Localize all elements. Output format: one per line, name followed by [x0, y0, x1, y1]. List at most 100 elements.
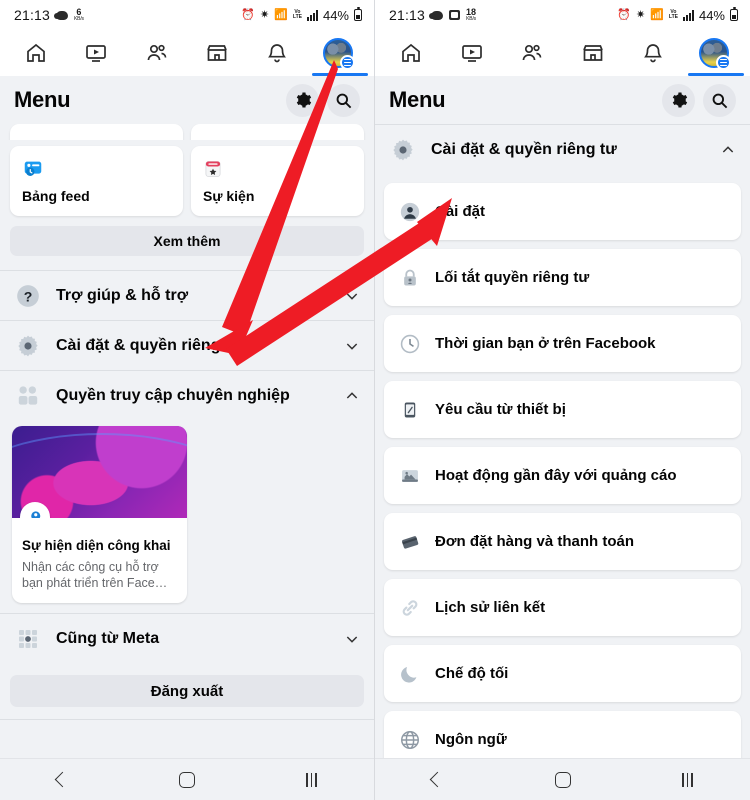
- card-icon: [398, 530, 422, 554]
- tile-label: Bảng feed: [22, 188, 90, 204]
- left-phone-screen: 21:13 6 KB/s ⏰ ✷ 📶 Vo LTE 44% Menu Bảng …: [0, 0, 375, 800]
- status-bar-right-group: ⏰ ✷ 📶 Vo LTE 44%: [241, 7, 362, 23]
- nav-back-button[interactable]: [32, 765, 92, 795]
- settings-list: Cài đặt Lối tắt quyền riêng tư Thời gian…: [375, 174, 750, 758]
- question-icon: ?: [14, 282, 42, 310]
- back-icon: [429, 771, 446, 788]
- menu-header-left: Menu: [0, 76, 374, 124]
- pro-presence-card[interactable]: Sự hiện diện công khai Nhận các công cụ …: [12, 426, 187, 604]
- logout-button[interactable]: Đăng xuất: [10, 675, 364, 708]
- tab-video[interactable]: [449, 36, 495, 70]
- tab-home[interactable]: [388, 36, 434, 70]
- account-icon: [398, 200, 422, 224]
- moon-icon: [398, 662, 422, 686]
- sidebar-item-cai-dat-quyen-rieng-tu[interactable]: Cài đặt & quyền riêng tư: [0, 320, 374, 370]
- list-item-ngon-ngu[interactable]: Ngôn ngữ: [384, 711, 741, 758]
- pro-card-image: [12, 426, 187, 518]
- tab-friends[interactable]: [134, 36, 180, 70]
- net-speed: 6 KB/s: [74, 8, 84, 22]
- list-item-label: Ngôn ngữ: [435, 731, 507, 748]
- tile-bang-feed[interactable]: Bảng feed: [10, 146, 183, 216]
- chevron-down-icon[interactable]: [344, 631, 360, 647]
- avatar-wrap[interactable]: [322, 38, 355, 70]
- pro-card-subtitle: Nhận các công cụ hỗ trợ bạn phát triển t…: [22, 559, 168, 591]
- list-item-lich-su-lien-ket[interactable]: Lịch sử liên kết: [384, 579, 741, 636]
- left-panel-body[interactable]: Bảng feed Sự kiện Xem thêm ? Trợ giúp & …: [0, 124, 374, 758]
- sidebar-item-label: Quyền truy cập chuyên nghiệp: [56, 386, 290, 404]
- tab-notifications[interactable]: [630, 36, 676, 70]
- top-nav-right: [375, 30, 750, 76]
- nav-recents-button[interactable]: [282, 765, 342, 795]
- gear-icon[interactable]: [662, 83, 695, 117]
- list-item-label: Thời gian bạn ở trên Facebook: [435, 335, 656, 352]
- top-nav-left: [0, 30, 374, 76]
- home-square-icon: [178, 771, 195, 788]
- chevron-up-icon[interactable]: [720, 142, 736, 158]
- pro-card-title: Sự hiện diện công khai: [22, 538, 171, 553]
- sidebar-item-quyen-truy-cap-chuyen-nghiep[interactable]: Quyền truy cập chuyên nghiệp: [0, 370, 374, 420]
- volte-icon: Vo LTE: [292, 9, 302, 20]
- list-item-label: Yêu cầu từ thiết bị: [435, 401, 566, 418]
- chevron-up-icon[interactable]: [344, 388, 360, 404]
- alarm-icon: ⏰: [241, 8, 255, 21]
- page-title: Menu: [14, 87, 71, 112]
- tile-partial[interactable]: [191, 124, 364, 140]
- tab-notifications[interactable]: [254, 36, 300, 70]
- sidebar-item-label: Cũng từ Meta: [56, 629, 160, 647]
- list-item-hoat-dong-quang-cao[interactable]: Hoạt động gần đây với quảng cáo: [384, 447, 741, 504]
- alarm-icon: ⏰: [617, 8, 631, 21]
- wifi-icon: 📶: [274, 8, 288, 21]
- list-item-thoi-gian-tren-facebook[interactable]: Thời gian bạn ở trên Facebook: [384, 315, 741, 372]
- tile-partial[interactable]: [10, 124, 183, 140]
- sidebar-item-cung-tu-meta[interactable]: Cũng từ Meta: [0, 613, 374, 664]
- chevron-down-icon[interactable]: [344, 288, 360, 304]
- nav-back-button[interactable]: [408, 765, 468, 795]
- nav-home-button[interactable]: [533, 765, 593, 795]
- search-icon[interactable]: [327, 83, 360, 117]
- image-icon: [449, 10, 461, 20]
- section-label: Cài đặt & quyền riêng tư: [431, 140, 617, 158]
- list-item-don-dat-hang-thanh-toan[interactable]: Đơn đặt hàng và thanh toán: [384, 513, 741, 570]
- list-item-che-do-toi[interactable]: Chế độ tối: [384, 645, 741, 702]
- see-more-button[interactable]: Xem thêm: [10, 226, 364, 256]
- nav-recents-button[interactable]: [658, 765, 718, 795]
- nav-home-button[interactable]: [157, 765, 217, 795]
- tab-marketplace[interactable]: [194, 36, 240, 70]
- right-panel-body[interactable]: Cài đặt & quyền riêng tư Cài đặt Lối tắt…: [375, 124, 750, 758]
- gear-icon[interactable]: [286, 83, 319, 117]
- globe-icon: [398, 728, 422, 752]
- active-tab-underline: [312, 73, 368, 76]
- tab-menu[interactable]: [315, 36, 361, 70]
- bottom-divider: [0, 719, 374, 721]
- tile-su-kien[interactable]: Sự kiện: [191, 146, 364, 216]
- chevron-down-icon[interactable]: [344, 338, 360, 354]
- avatar-wrap[interactable]: [698, 38, 731, 70]
- gear-icon: [389, 136, 417, 164]
- tiles-row: Bảng feed Sự kiện: [0, 146, 374, 216]
- cloud-icon: [54, 10, 69, 20]
- battery-icon: [354, 7, 362, 21]
- tab-marketplace[interactable]: [570, 36, 616, 70]
- net-speed-unit: KB/s: [466, 16, 476, 22]
- net-speed-unit: KB/s: [74, 16, 84, 22]
- people-icon: [14, 382, 42, 410]
- menu-badge-icon: [339, 55, 355, 70]
- sidebar-item-label: Trợ giúp & hỗ trợ: [56, 286, 189, 304]
- sidebar-item-tro-giup[interactable]: ? Trợ giúp & hỗ trợ: [0, 270, 374, 320]
- list-item-loi-tat-quyen-rieng-tu[interactable]: Lối tắt quyền riêng tư: [384, 249, 741, 306]
- rocket-icon: [20, 502, 50, 518]
- list-item-yeu-cau-tu-thiet-bi[interactable]: Yêu cầu từ thiết bị: [384, 381, 741, 438]
- tab-home[interactable]: [13, 36, 59, 70]
- signal-icon: [306, 9, 318, 21]
- list-item-cai-dat[interactable]: Cài đặt: [384, 183, 741, 240]
- tab-video[interactable]: [73, 36, 119, 70]
- tab-friends[interactable]: [509, 36, 555, 70]
- recents-icon: [682, 772, 693, 787]
- search-icon[interactable]: [703, 83, 736, 117]
- list-item-label: Đơn đặt hàng và thanh toán: [435, 533, 634, 550]
- back-icon: [54, 771, 71, 788]
- tab-menu[interactable]: [691, 36, 737, 70]
- section-cai-dat-quyen-rieng-tu[interactable]: Cài đặt & quyền riêng tư: [375, 124, 750, 174]
- calendar-icon: [203, 156, 352, 182]
- tiles-row-clipped: [0, 124, 374, 140]
